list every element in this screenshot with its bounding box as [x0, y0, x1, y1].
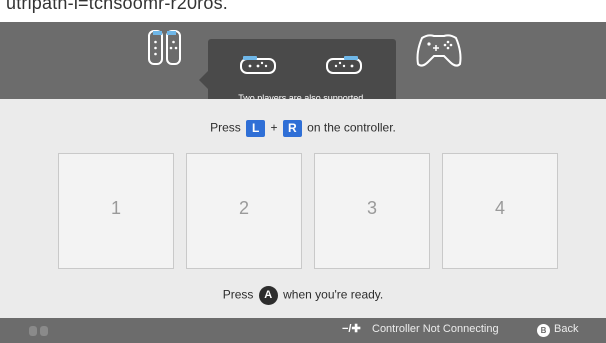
- joycon-sideways-left-icon: [240, 56, 276, 74]
- pro-controller-icon: [416, 34, 462, 67]
- ready-suffix: when you're ready.: [283, 287, 384, 302]
- instruction-prefix: Press: [210, 120, 241, 135]
- player-slot-2: 2: [186, 153, 302, 269]
- controller-buttons-icon: [29, 326, 48, 336]
- player-slot-number: 2: [238, 198, 249, 218]
- player-slot-3: 3: [314, 153, 430, 269]
- instruction-suffix: on the controller.: [307, 120, 396, 135]
- ready-prefix: Press: [222, 287, 254, 302]
- controller-instruction: Press L + R on the controller.: [0, 120, 606, 137]
- joycon-sideways-right-icon: [326, 56, 362, 74]
- player-slot-number: 3: [366, 198, 377, 218]
- minus-plus-icon[interactable]: −/✚: [342, 322, 361, 335]
- l-key-badge: L: [246, 120, 266, 137]
- b-button-icon[interactable]: B: [537, 324, 550, 337]
- player-slot-number: 1: [110, 198, 121, 218]
- instruction-plus: +: [270, 120, 278, 135]
- joycon-pair-icon: [148, 30, 181, 65]
- ready-instruction: Press A when you're ready.: [0, 286, 606, 305]
- player-slot-4: 4: [442, 153, 558, 269]
- back-button[interactable]: Back: [554, 323, 578, 335]
- top-caption-band: utripath-i=tchsoomr-r20ros.: [0, 0, 606, 22]
- player-slot-number: 4: [494, 198, 505, 218]
- r-key-badge: R: [282, 120, 302, 137]
- top-caption: utripath-i=tchsoomr-r20ros.: [6, 0, 228, 13]
- a-button-icon: A: [258, 286, 278, 305]
- footer-bar: −/✚ Controller Not Connecting B Back: [0, 318, 606, 343]
- player-slot-1: 1: [58, 153, 174, 269]
- controller-status-label[interactable]: Controller Not Connecting: [372, 323, 499, 335]
- controller-header: Two players are also supported.: [0, 22, 606, 116]
